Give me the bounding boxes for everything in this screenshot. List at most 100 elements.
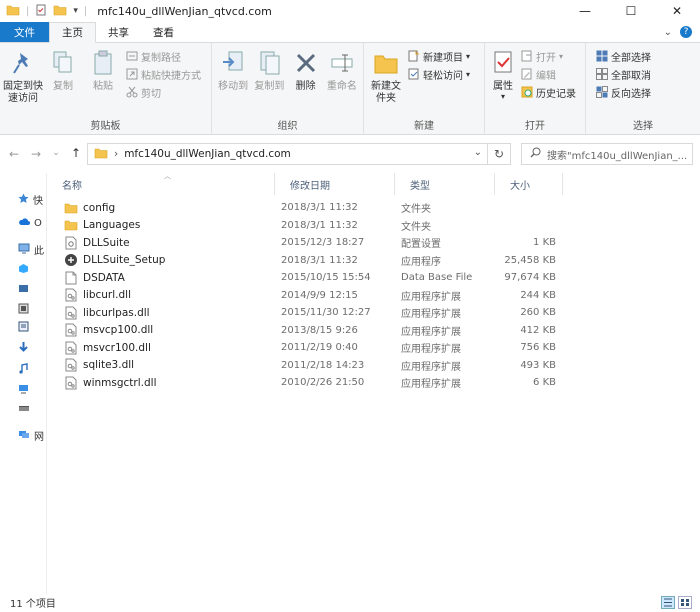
- column-header-size[interactable]: 大小: [495, 173, 563, 195]
- tab-share[interactable]: 共享: [96, 22, 141, 42]
- select-all-button[interactable]: 全部选择: [595, 49, 651, 64]
- nav-item-8[interactable]: [0, 361, 33, 379]
- table-row[interactable]: libcurl.dll 2014/9/9 12:15 应用程序扩展 244 KB: [60, 287, 565, 305]
- file-name: config: [83, 201, 116, 214]
- table-row[interactable]: msvcp100.dll 2013/8/15 9:26 应用程序扩展 412 KB: [60, 322, 565, 340]
- paste-shortcut-button[interactable]: 粘贴快捷方式: [125, 67, 201, 82]
- folder-icon: [94, 147, 108, 162]
- nav-item-7[interactable]: [0, 339, 33, 357]
- dll-icon: [64, 358, 78, 372]
- table-row[interactable]: libcurlpas.dll 2015/11/30 12:27 应用程序扩展 260 …: [60, 304, 565, 322]
- history-button[interactable]: 历史记录: [520, 85, 576, 100]
- chevron-down-icon[interactable]: ▾: [73, 6, 78, 16]
- file-size: 1 KB: [533, 237, 556, 249]
- file-name-cell: sqlite3.dll: [64, 358, 134, 372]
- new-folder-quick-icon[interactable]: [53, 4, 67, 19]
- table-row[interactable]: DLLSuite 2015/12/3 18:27 配置设置 1 KB: [60, 234, 565, 252]
- refresh-button[interactable]: ↻: [487, 143, 511, 165]
- select-none-button[interactable]: 全部取消: [595, 67, 651, 82]
- table-row[interactable]: Languages 2018/3/1 11:32 文件夹: [60, 217, 565, 235]
- file-size: 6 KB: [533, 377, 556, 389]
- address-history-chevron-icon[interactable]: ⌄: [474, 147, 482, 158]
- nav-item-11[interactable]: 网: [0, 427, 44, 445]
- pin-icon: [8, 47, 38, 79]
- file-name: msvcr100.dll: [83, 341, 151, 354]
- breadcrumb-current[interactable]: mfc140u_dllWenJian_qtvcd.com: [124, 148, 291, 160]
- search-input[interactable]: 搜索"mfc140u_dllWenJian_...: [547, 147, 687, 162]
- rename-icon: [327, 47, 357, 79]
- file-name: DLLSuite: [83, 236, 130, 249]
- table-row[interactable]: msvcr100.dll 2011/2/19 0:40 应用程序扩展 756 KB: [60, 339, 565, 357]
- copy-to-button[interactable]: 复制到: [251, 47, 287, 93]
- new-folder-button[interactable]: 新建文件夹: [367, 47, 405, 105]
- tab-file[interactable]: 文件: [0, 22, 49, 42]
- quick-access-toolbar: | ▾ |: [0, 4, 87, 19]
- file-name-cell: DLLSuite: [64, 236, 130, 250]
- tab-home[interactable]: 主页: [49, 22, 96, 43]
- search-icon: [530, 147, 541, 161]
- nav-item-2[interactable]: 此: [0, 241, 44, 259]
- nav-item-label: 此: [34, 246, 44, 258]
- new-folder-icon: [371, 47, 401, 79]
- properties-quick-icon[interactable]: [35, 4, 47, 19]
- rename-button[interactable]: 重命名: [324, 47, 360, 93]
- up-arrow-icon[interactable]: ↑: [66, 146, 86, 160]
- file-name: DLLSuite_Setup: [83, 254, 166, 267]
- forward-arrow-icon[interactable]: →: [26, 147, 46, 161]
- delete-button[interactable]: 删除: [288, 47, 324, 93]
- easy-access-button[interactable]: 轻松访问 ▾: [407, 67, 470, 82]
- nav-item-0[interactable]: 快: [0, 191, 43, 209]
- cloud-icon: [18, 217, 30, 230]
- paste-button[interactable]: 粘贴: [83, 47, 123, 93]
- invert-selection-button[interactable]: 反向选择: [595, 85, 651, 100]
- column-header-modified[interactable]: 修改日期: [275, 173, 395, 195]
- table-row[interactable]: DSDATA 2015/10/15 15:54 Data Base File 97,6…: [60, 269, 565, 287]
- help-icon[interactable]: ?: [680, 26, 692, 38]
- window-title: mfc140u_dllWenJian_qtvcd.com: [97, 4, 272, 18]
- table-row[interactable]: winmsgctrl.dll 2010/2/26 21:50 应用程序扩展 6 KB: [60, 374, 565, 392]
- delete-icon: [291, 47, 321, 79]
- copy-button[interactable]: 复制: [43, 47, 83, 93]
- move-to-button[interactable]: 移动到: [215, 47, 251, 93]
- copy-path-button[interactable]: 复制路径: [125, 49, 201, 64]
- tab-view[interactable]: 查看: [141, 22, 186, 42]
- pin-quick-access-button[interactable]: 固定到快速访问: [3, 47, 43, 105]
- cut-button[interactable]: 剪切: [125, 85, 201, 100]
- new-group: 新建文件夹 新建项目 ▾ 轻松访问 ▾ 新建: [364, 43, 485, 135]
- nav-item-6[interactable]: [0, 319, 33, 337]
- nav-item-9[interactable]: [0, 381, 33, 399]
- table-row[interactable]: sqlite3.dll 2011/2/18 14:23 应用程序扩展 493 KB: [60, 357, 565, 375]
- close-button[interactable]: ✕: [654, 0, 700, 22]
- nav-item-5[interactable]: [0, 301, 33, 319]
- clipboard-group: 固定到快速访问 复制 粘贴 复制路径 粘贴快捷方式 剪切 剪贴板: [0, 43, 212, 135]
- select-group-label: 选择: [633, 121, 653, 132]
- nav-item-10[interactable]: [0, 401, 34, 419]
- file-type: 文件夹: [401, 221, 431, 233]
- file-icon: [64, 271, 78, 285]
- chevron-down-icon[interactable]: ⌄: [664, 27, 672, 38]
- table-row[interactable]: config 2018/3/1 11:32 文件夹: [60, 199, 565, 217]
- column-header-type[interactable]: 类型: [395, 173, 495, 195]
- minimize-button[interactable]: —: [562, 0, 608, 22]
- ribbon-tabs: 文件 主页 共享 查看 ⌄ ?: [0, 22, 700, 43]
- address-bar[interactable]: › mfc140u_dllWenJian_qtvcd.com ⌄ ↻: [87, 143, 511, 165]
- invert-selection-icon: [595, 86, 608, 99]
- back-arrow-icon[interactable]: ←: [4, 147, 24, 161]
- nav-item-1[interactable]: O: [0, 215, 42, 233]
- status-bar: 11 个项目: [0, 593, 700, 612]
- maximize-button[interactable]: ☐: [608, 0, 654, 22]
- large-icons-view-icon[interactable]: [678, 596, 692, 609]
- column-header-name[interactable]: 名称: [47, 173, 275, 195]
- search-box[interactable]: 搜索"mfc140u_dllWenJian_...: [521, 143, 693, 165]
- edit-button[interactable]: 编辑: [520, 67, 576, 82]
- details-view-icon[interactable]: [661, 596, 675, 609]
- properties-button[interactable]: 属性 ▾: [488, 47, 518, 101]
- open-button[interactable]: 打开 ▾: [520, 49, 576, 64]
- file-size: 97,674 KB: [504, 272, 556, 284]
- new-item-button[interactable]: 新建项目 ▾: [407, 49, 470, 64]
- clipboard-group-label: 剪贴板: [90, 121, 121, 132]
- table-row[interactable]: DLLSuite_Setup 2018/3/1 11:32 应用程序 25,458 K…: [60, 252, 565, 270]
- recent-chevron-down-icon[interactable]: ⌄: [46, 148, 66, 158]
- nav-item-3[interactable]: [0, 261, 33, 279]
- nav-item-4[interactable]: [0, 281, 33, 299]
